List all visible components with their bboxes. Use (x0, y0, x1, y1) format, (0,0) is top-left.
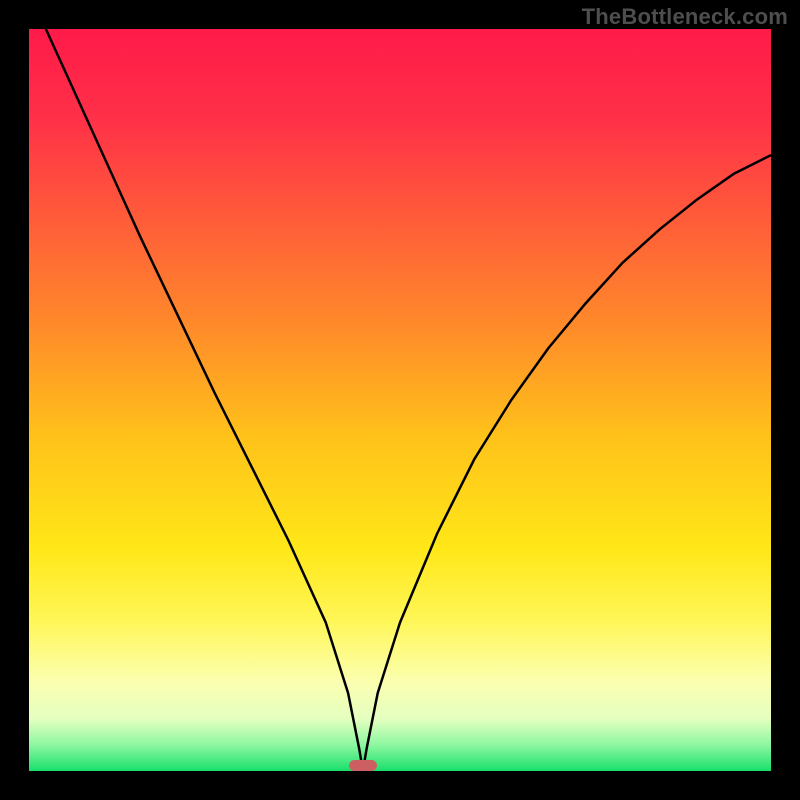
chart-svg (29, 29, 771, 771)
chart-frame: TheBottleneck.com (0, 0, 800, 800)
watermark-text: TheBottleneck.com (582, 4, 788, 30)
optimal-marker (349, 760, 377, 771)
plot-area (29, 29, 771, 771)
gradient-background (29, 29, 771, 771)
